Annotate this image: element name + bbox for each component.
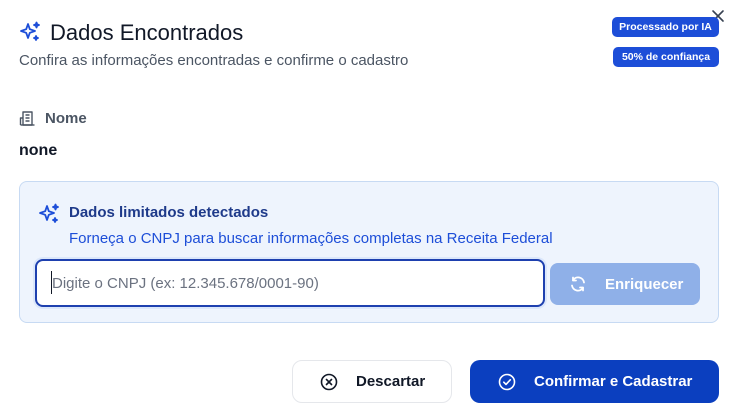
text-caret <box>51 271 52 294</box>
enrich-button-label: Enriquecer <box>605 276 684 293</box>
discard-button-label: Descartar <box>356 373 426 390</box>
notice-description: Forneça o CNPJ para buscar informações c… <box>69 230 553 247</box>
check-circle-icon <box>498 373 516 391</box>
name-field-label: Nome <box>45 110 87 127</box>
dialog-subtitle: Confira as informações encontradas e con… <box>19 52 409 69</box>
sparkles-icon <box>39 203 59 223</box>
name-field-value: none <box>19 142 58 159</box>
sparkles-icon <box>20 21 40 41</box>
notice-title: Dados limitados detectados <box>69 204 269 221</box>
confirm-button-label: Confirmar e Cadastrar <box>534 373 693 390</box>
cnpj-input[interactable] <box>35 259 545 307</box>
building-icon <box>19 111 35 126</box>
x-circle-icon <box>320 373 338 391</box>
confidence-badge: 50% de confiança <box>613 47 719 67</box>
dialog-title: Dados Encontrados <box>50 20 244 45</box>
refresh-icon <box>571 276 585 292</box>
ai-processed-badge: Processado por IA <box>612 17 719 37</box>
